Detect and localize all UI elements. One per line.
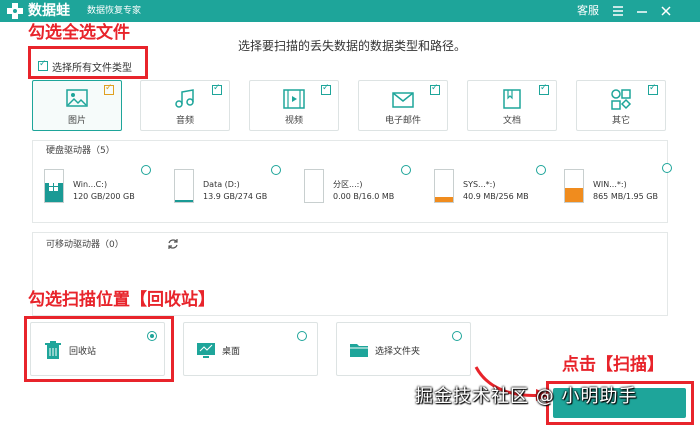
other-icon (611, 89, 632, 110)
folder-icon (350, 344, 368, 357)
drive-size: 120 GB/200 GB (73, 192, 135, 201)
location-choose-folder[interactable]: 选择文件夹 (336, 322, 471, 376)
drive-name: 分区...:) (333, 180, 363, 189)
filetype-label: 其它 (611, 116, 630, 126)
email-icon (392, 92, 414, 108)
app-window: 数据蛙 数据恢复专家 客服 勾选全选文件 选择要扫描的丢失数据的数据类型和路径。… (0, 0, 700, 428)
app-subtitle: 数据恢复专家 (87, 6, 142, 16)
drive-size: 13.9 GB/274 GB (203, 192, 268, 201)
drive-radio[interactable] (401, 165, 411, 175)
filetype-checkbox[interactable] (104, 83, 114, 95)
annotation-box-recycle-bin (24, 316, 174, 382)
customer-service-link[interactable]: 客服 (577, 4, 599, 18)
drive-item[interactable]: SYS...*:) 40.9 MB/256 MB (420, 163, 550, 208)
drive-name: Win...C:) (73, 180, 108, 189)
drive-radio[interactable] (141, 165, 151, 175)
filetype-audio[interactable]: 音频 (140, 80, 230, 131)
close-icon[interactable] (657, 2, 675, 20)
windows-icon (49, 182, 58, 191)
filetype-document[interactable]: 文档 (467, 80, 557, 131)
filetype-other[interactable]: 其它 (576, 80, 666, 131)
drive-icon (174, 169, 194, 203)
location-label: 选择文件夹 (375, 347, 421, 357)
select-all-label: 选择所有文件类型 (52, 62, 132, 74)
video-icon (283, 89, 305, 109)
annotation-location: 勾选扫描位置【回收站】 (28, 290, 215, 310)
drive-name: SYS...*:) (463, 180, 496, 189)
drive-icon (304, 169, 324, 203)
location-radio[interactable] (297, 331, 307, 341)
drive-name: Data (D:) (203, 180, 240, 189)
filetype-label: 电子邮件 (384, 116, 421, 126)
desktop-icon (197, 343, 215, 358)
drive-icon (44, 169, 64, 203)
location-desktop[interactable]: 桌面 (183, 322, 318, 376)
annotation-select-all: 勾选全选文件 (28, 23, 130, 43)
filetype-label: 图片 (67, 116, 86, 126)
hard-drives-title: 硬盘驱动器（5） (46, 146, 115, 156)
drive-size: 865 MB/1.95 GB (593, 192, 658, 201)
app-logo-icon (7, 3, 23, 19)
image-icon (66, 89, 88, 107)
drive-icon (564, 169, 584, 203)
filetype-checkbox[interactable] (321, 83, 331, 95)
drive-icon (434, 169, 454, 203)
filetype-checkbox[interactable] (648, 83, 658, 95)
menu-icon[interactable] (609, 2, 627, 20)
app-name: 数据蛙 (28, 3, 70, 19)
filetype-video[interactable]: 视频 (249, 80, 339, 131)
filetype-label: 文档 (502, 116, 521, 126)
drive-radio[interactable] (662, 163, 672, 173)
document-icon (503, 89, 521, 109)
location-radio[interactable] (452, 331, 462, 341)
select-all-checkbox[interactable]: 选择所有文件类型 (38, 58, 132, 74)
drive-radio[interactable] (536, 165, 546, 175)
drive-size: 40.9 MB/256 MB (463, 192, 529, 201)
title-bar: 数据蛙 数据恢复专家 客服 (0, 0, 700, 22)
annotation-scan: 点击【扫描】 (562, 355, 664, 375)
checkbox-icon[interactable] (38, 59, 48, 71)
filetype-email[interactable]: 电子邮件 (358, 80, 448, 131)
location-label: 桌面 (222, 347, 241, 357)
filetype-checkbox[interactable] (212, 83, 222, 95)
filetype-checkbox[interactable] (539, 83, 549, 95)
filetype-checkbox[interactable] (430, 83, 440, 95)
music-icon (175, 89, 194, 108)
drive-radio[interactable] (271, 165, 281, 175)
minimize-icon[interactable] (633, 2, 651, 20)
filetype-image[interactable]: 图片 (32, 80, 122, 131)
drive-size: 0.00 B/16.0 MB (333, 192, 395, 201)
drive-name: WIN...*:) (593, 180, 627, 189)
filetype-label: 视频 (284, 116, 303, 126)
instruction-text: 选择要扫描的丢失数据的数据类型和路径。 (238, 39, 467, 53)
filetype-label: 音频 (175, 116, 194, 126)
refresh-icon[interactable] (167, 238, 179, 250)
drive-item[interactable]: WIN...*:) 865 MB/1.95 GB (550, 163, 680, 208)
watermark: 掘金技术社区 @ 小明助手 (415, 386, 638, 407)
removable-drives-title: 可移动驱动器（0） (46, 240, 124, 250)
